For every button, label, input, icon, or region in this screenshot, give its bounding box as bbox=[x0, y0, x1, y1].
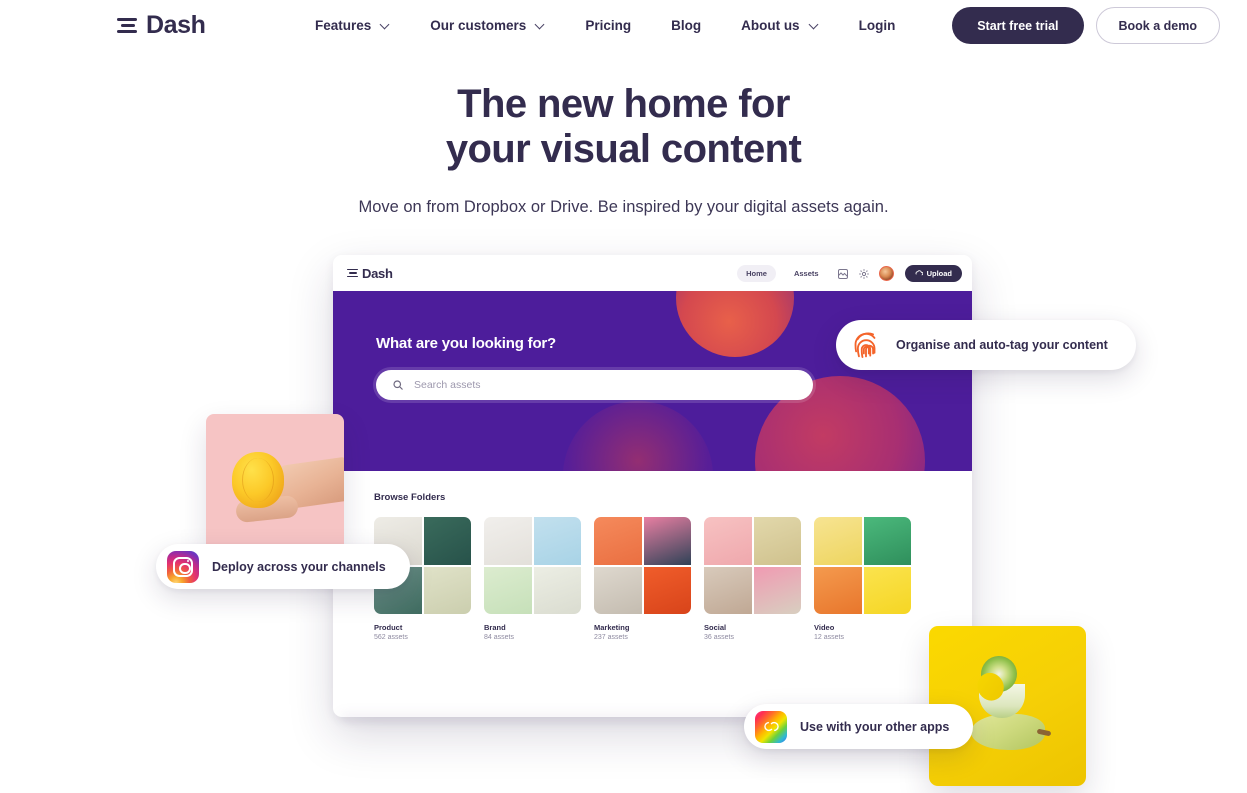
adobe-creative-cloud-icon bbox=[755, 710, 787, 743]
folder-asset-count: 84 assets bbox=[484, 634, 514, 641]
folder-thumb bbox=[814, 517, 862, 565]
nav-item-label: Blog bbox=[671, 17, 702, 33]
book-a-demo-button[interactable]: Book a demo bbox=[1095, 7, 1220, 44]
hero-subtitle: Move on from Dropbox or Drive. Be inspir… bbox=[358, 197, 889, 216]
folder-asset-count: 36 assets bbox=[704, 634, 734, 641]
nav-item-label: Features bbox=[315, 17, 372, 33]
page-title-line-1: The new home for bbox=[457, 82, 790, 126]
folder-thumb bbox=[753, 566, 801, 614]
chevron-down-icon bbox=[381, 21, 390, 30]
nav-item-label: About us bbox=[741, 17, 800, 33]
folder-thumb bbox=[533, 566, 581, 614]
folder-card-video[interactable]: Video 12 assets bbox=[814, 517, 911, 641]
folder-name: Marketing bbox=[594, 623, 630, 632]
folder-asset-count: 12 assets bbox=[814, 634, 844, 641]
folder-thumbnail-grid bbox=[484, 517, 581, 614]
folder-thumbnail-grid bbox=[704, 517, 801, 614]
folder-thumbnail-grid bbox=[814, 517, 911, 614]
folder-thumb bbox=[643, 566, 691, 614]
nav-item-login[interactable]: Login bbox=[839, 18, 916, 33]
nav-links: Features Our customers Pricing Blog Abou… bbox=[295, 0, 915, 50]
folder-list: Product 562 assets Brand 84 assets Marke… bbox=[374, 517, 932, 641]
mockup-app-header: Dash Home Assets Upload bbox=[333, 255, 972, 291]
fingerprint-icon bbox=[854, 332, 876, 358]
search-icon bbox=[393, 380, 403, 390]
upload-cloud-icon bbox=[915, 270, 923, 276]
nav-item-blog[interactable]: Blog bbox=[651, 18, 721, 33]
brand-logo[interactable]: Dash bbox=[117, 11, 206, 40]
nav-item-features[interactable]: Features bbox=[295, 18, 410, 33]
folder-asset-count: 562 assets bbox=[374, 634, 408, 641]
nav-cta-group: Start free trial Book a demo bbox=[952, 7, 1220, 44]
folder-card-marketing[interactable]: Marketing 237 assets bbox=[594, 517, 691, 641]
brand-name: Dash bbox=[146, 11, 206, 39]
folder-thumb bbox=[423, 566, 471, 614]
nav-item-pricing[interactable]: Pricing bbox=[565, 18, 651, 33]
mockup-brand-name: Dash bbox=[362, 265, 393, 281]
mockup-search-hero: What are you looking for? Search assets bbox=[333, 291, 972, 471]
folder-thumb bbox=[594, 566, 642, 614]
folder-thumb bbox=[423, 517, 471, 565]
library-icon[interactable] bbox=[837, 267, 849, 279]
folder-thumb bbox=[484, 517, 532, 565]
folder-thumb bbox=[863, 517, 911, 565]
folder-thumb bbox=[753, 517, 801, 565]
folder-card-social[interactable]: Social 36 assets bbox=[704, 517, 801, 641]
photo-detail-pear bbox=[971, 714, 1045, 750]
dash-bars-logo-icon bbox=[347, 268, 358, 278]
mockup-tab-assets[interactable]: Assets bbox=[785, 265, 828, 282]
landing-page: Dash Features Our customers Pricing Blog… bbox=[0, 0, 1247, 793]
upload-button[interactable]: Upload bbox=[904, 264, 962, 282]
feature-pill-label: Use with your other apps bbox=[800, 719, 950, 734]
nav-item-our-customers[interactable]: Our customers bbox=[410, 18, 565, 33]
start-free-trial-button[interactable]: Start free trial bbox=[952, 7, 1084, 44]
folder-thumb bbox=[863, 566, 911, 614]
feature-pill-organise[interactable]: Organise and auto-tag your content bbox=[836, 320, 1136, 370]
feature-pill-apps[interactable]: Use with your other apps bbox=[744, 704, 974, 749]
browse-folders-title: Browse Folders bbox=[374, 492, 446, 503]
mockup-brand-logo[interactable]: Dash bbox=[347, 266, 393, 281]
feature-pill-deploy[interactable]: Deploy across your channels bbox=[156, 544, 410, 589]
folder-thumbnail-grid bbox=[594, 517, 691, 614]
search-input[interactable]: Search assets bbox=[376, 370, 813, 400]
nav-item-label: Login bbox=[858, 17, 896, 33]
folder-thumb bbox=[484, 566, 532, 614]
gear-icon[interactable] bbox=[858, 267, 870, 279]
folder-thumb bbox=[594, 517, 642, 565]
folder-name: Video bbox=[814, 623, 835, 632]
folder-card-brand[interactable]: Brand 84 assets bbox=[484, 517, 581, 641]
instagram-icon bbox=[167, 550, 199, 583]
folder-thumb bbox=[643, 517, 691, 565]
mockup-header-actions: Home Assets Upload bbox=[737, 264, 962, 282]
decorative-blob bbox=[563, 401, 713, 471]
dash-bars-logo-icon bbox=[117, 17, 137, 34]
photo-card-pumpkin bbox=[206, 414, 344, 544]
avatar[interactable] bbox=[878, 265, 894, 281]
hero-section: The new home for your visual content Mov… bbox=[0, 82, 1247, 217]
search-input-placeholder: Search assets bbox=[414, 379, 481, 391]
mockup-tab-home[interactable]: Home bbox=[737, 264, 776, 282]
page-title-line-2: your visual content bbox=[445, 126, 802, 171]
page-title: The new home for your visual content bbox=[0, 82, 1247, 172]
folder-thumb bbox=[814, 566, 862, 614]
folder-name: Social bbox=[704, 623, 727, 632]
nav-item-about-us[interactable]: About us bbox=[721, 18, 839, 33]
folder-asset-count: 237 assets bbox=[594, 634, 628, 641]
mockup-browse-section: Browse Folders Product 562 assets Brand … bbox=[333, 471, 972, 641]
nav-item-label: Our customers bbox=[430, 17, 527, 33]
feature-pill-label: Organise and auto-tag your content bbox=[896, 338, 1108, 352]
feature-pill-label: Deploy across your channels bbox=[212, 559, 386, 574]
chevron-down-icon bbox=[810, 21, 819, 30]
folder-name: Product bbox=[374, 623, 403, 632]
folder-name: Brand bbox=[484, 623, 506, 632]
chevron-down-icon bbox=[536, 21, 545, 30]
folder-thumb bbox=[704, 566, 752, 614]
photo-detail-pumpkin bbox=[232, 452, 284, 508]
nav-item-label: Pricing bbox=[585, 17, 632, 33]
upload-button-label: Upload bbox=[926, 268, 952, 278]
top-navigation-bar: Dash Features Our customers Pricing Blog… bbox=[0, 0, 1247, 50]
folder-thumb bbox=[533, 517, 581, 565]
folder-thumb bbox=[704, 517, 752, 565]
